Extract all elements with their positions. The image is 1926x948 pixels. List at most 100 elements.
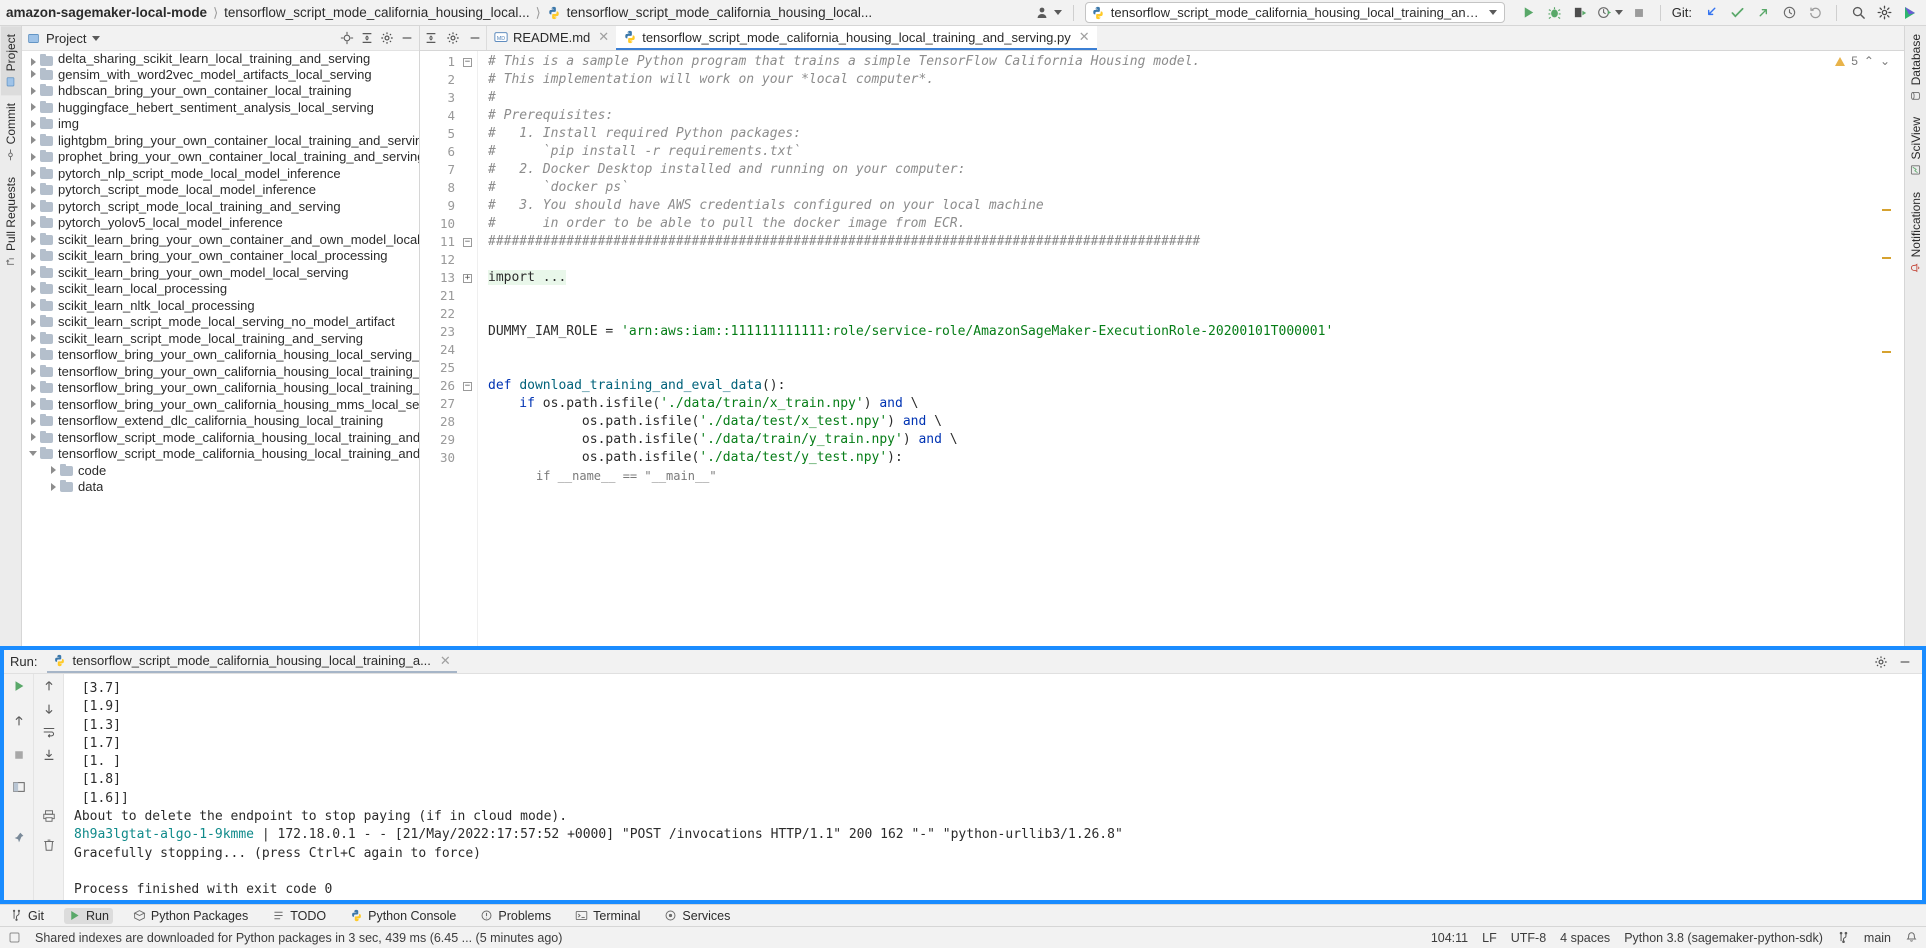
line-number[interactable]: 4 (420, 107, 477, 125)
search-icon[interactable] (1848, 3, 1868, 23)
chevron-right-icon[interactable] (26, 400, 40, 409)
chevron-right-icon[interactable] (26, 334, 40, 343)
git-branch-label[interactable]: main (1864, 931, 1891, 945)
chevron-right-icon[interactable] (26, 317, 40, 326)
line-number[interactable]: 1− (420, 53, 477, 71)
sidebar-item-pull-requests[interactable]: Pull Requests (1, 169, 21, 275)
code-line[interactable]: # This is a sample Python program that t… (478, 53, 1904, 71)
hide-panel-icon[interactable] (468, 31, 482, 45)
tree-node[interactable]: scikit_learn_nltk_local_processing (22, 297, 419, 314)
code-line[interactable]: # (478, 89, 1904, 107)
line-number[interactable]: 27 (420, 395, 477, 413)
chevron-right-icon[interactable] (26, 119, 40, 128)
git-update-icon[interactable] (1701, 3, 1721, 23)
code-line[interactable]: os.path.isfile('./data/test/x_test.npy')… (478, 413, 1904, 431)
breadcrumb-project[interactable]: amazon-sagemaker-local-mode (6, 5, 207, 20)
line-number[interactable]: 30 (420, 449, 477, 467)
tool-window-button-run[interactable]: Run (63, 907, 113, 924)
tree-node[interactable]: tensorflow_script_mode_california_housin… (22, 446, 419, 463)
rerun-icon[interactable] (12, 679, 26, 693)
code-line[interactable]: # This implementation will work on your … (478, 71, 1904, 89)
line-number[interactable]: 22 (420, 305, 477, 323)
line-number[interactable]: 13 + (420, 269, 477, 287)
tool-window-button-python-console[interactable]: Python Console (346, 908, 460, 924)
code-line[interactable]: DUMMY_IAM_ROLE = 'arn:aws:iam::111111111… (478, 323, 1904, 341)
run-configuration-selector[interactable]: tensorflow_script_mode_california_housin… (1084, 2, 1505, 23)
close-icon[interactable]: ✕ (440, 653, 451, 669)
fold-expand-icon[interactable]: + (463, 274, 472, 283)
ide-assistant-icon[interactable] (1900, 3, 1920, 23)
scroll-up-stack-icon[interactable] (42, 679, 56, 693)
code-line[interactable]: os.path.isfile('./data/train/y_train.npy… (478, 431, 1904, 449)
scroll-up-icon[interactable] (12, 714, 26, 728)
file-encoding[interactable]: UTF-8 (1511, 931, 1546, 945)
tool-window-button-services[interactable]: Services (660, 908, 734, 924)
settings-icon[interactable] (1874, 655, 1888, 669)
chevron-down-icon[interactable] (92, 35, 101, 41)
code-line[interactable]: import ... (478, 269, 1904, 287)
line-number[interactable]: 23 (420, 323, 477, 341)
tool-window-button-git[interactable]: Git (6, 908, 48, 924)
tree-node[interactable]: delta_sharing_scikit_learn_local_trainin… (22, 53, 419, 66)
inspection-widget[interactable]: 5 ⌃ ⌄ (1835, 54, 1890, 68)
sidebar-item-database[interactable]: Database (1906, 26, 1926, 109)
tool-window-button-terminal[interactable]: Terminal (571, 908, 644, 924)
line-number[interactable]: 8 (420, 179, 477, 197)
line-number[interactable]: 3 (420, 89, 477, 107)
tab-readme[interactable]: MD README.md ✕ (487, 26, 616, 50)
breadcrumb-file[interactable]: tensorflow_script_mode_california_housin… (567, 5, 872, 20)
tree-node[interactable]: scikit_learn_bring_your_own_model_local_… (22, 264, 419, 281)
line-number[interactable]: 2 (420, 71, 477, 89)
code-line[interactable] (478, 287, 1904, 305)
chevron-right-icon[interactable] (26, 58, 40, 66)
chevron-right-icon[interactable] (26, 70, 40, 79)
line-number[interactable]: 29 (420, 431, 477, 449)
code-line[interactable]: # 2. Docker Desktop installed and runnin… (478, 161, 1904, 179)
event-log-icon[interactable] (8, 931, 21, 944)
tree-node[interactable]: tensorflow_bring_your_own_california_hou… (22, 396, 419, 413)
chevron-up-icon[interactable]: ⌃ (1864, 54, 1874, 68)
chevron-right-icon[interactable] (26, 169, 40, 178)
chevron-right-icon[interactable] (26, 86, 40, 95)
tree-node[interactable]: data (22, 479, 419, 496)
chevron-right-icon[interactable] (26, 136, 40, 145)
line-number[interactable]: 7 (420, 161, 477, 179)
chevron-right-icon[interactable] (46, 466, 60, 475)
tree-node[interactable]: pytorch_yolov5_local_model_inference (22, 215, 419, 232)
fold-collapse-icon[interactable]: − (463, 238, 472, 247)
scroll-to-end-icon[interactable] (42, 748, 56, 762)
code-line[interactable]: ########################################… (478, 233, 1904, 251)
layout-icon[interactable] (12, 780, 26, 794)
tree-node[interactable]: pytorch_script_mode_local_model_inferenc… (22, 182, 419, 199)
chevron-right-icon[interactable] (26, 235, 40, 244)
tree-node[interactable]: gensim_with_word2vec_model_artifacts_loc… (22, 66, 419, 83)
tree-node[interactable]: scikit_learn_script_mode_local_serving_n… (22, 314, 419, 331)
chevron-right-icon[interactable] (26, 152, 40, 161)
code-line[interactable]: # `pip install -r requirements.txt` (478, 143, 1904, 161)
tree-node[interactable]: scikit_learn_script_mode_local_training_… (22, 330, 419, 347)
line-number[interactable]: 10 (420, 215, 477, 233)
sidebar-item-commit[interactable]: Commit (1, 95, 21, 168)
tab-python-file[interactable]: tensorflow_script_mode_california_housin… (616, 26, 1097, 50)
indent-setting[interactable]: 4 spaces (1560, 931, 1610, 945)
code-line[interactable]: # Prerequisites: (478, 107, 1904, 125)
profile-button[interactable] (1597, 3, 1623, 23)
chevron-right-icon[interactable] (26, 416, 40, 425)
debug-button[interactable] (1545, 3, 1565, 23)
tree-node[interactable]: pytorch_script_mode_local_training_and_s… (22, 198, 419, 215)
chevron-right-icon[interactable] (26, 367, 40, 376)
line-number[interactable]: 11− (420, 233, 477, 251)
line-number[interactable]: 25 (420, 359, 477, 377)
caret-position[interactable]: 104:11 (1431, 931, 1468, 945)
hide-panel-icon[interactable] (1898, 655, 1912, 669)
breadcrumb-folder[interactable]: tensorflow_script_mode_california_housin… (224, 5, 529, 20)
git-commit-icon[interactable] (1727, 3, 1747, 23)
chevron-right-icon[interactable] (26, 383, 40, 392)
chevron-down-icon[interactable]: ⌄ (1880, 54, 1890, 68)
chevron-right-icon[interactable] (26, 103, 40, 112)
code-line[interactable]: if os.path.isfile('./data/train/x_train.… (478, 395, 1904, 413)
sidebar-item-project[interactable]: Project (0, 26, 21, 96)
run-with-coverage-button[interactable] (1571, 3, 1591, 23)
line-number[interactable]: 9 (420, 197, 477, 215)
code-line[interactable]: # in order to be able to pull the docker… (478, 215, 1904, 233)
